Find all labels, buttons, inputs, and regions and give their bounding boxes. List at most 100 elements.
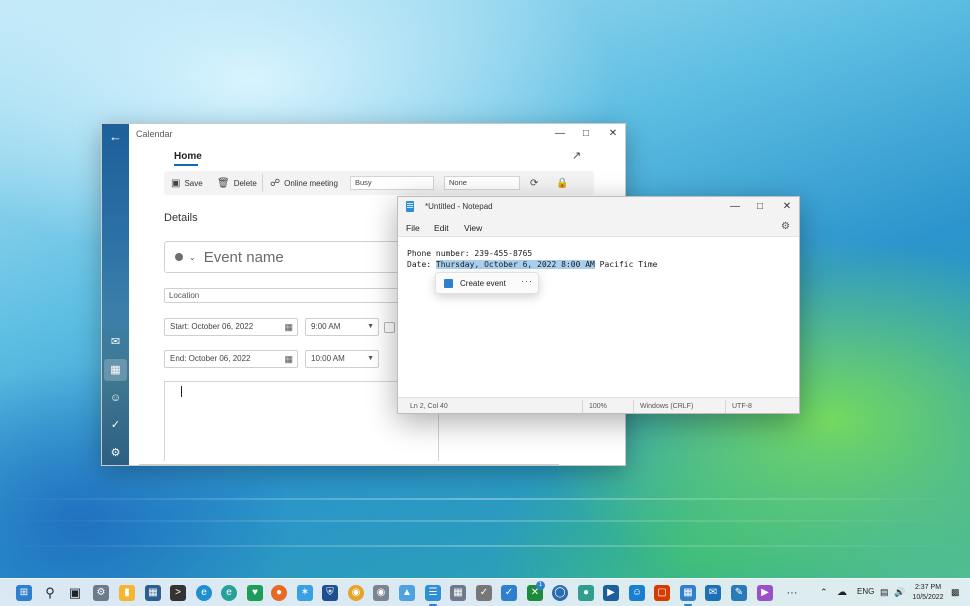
- people-app-icon[interactable]: ☺: [629, 585, 645, 601]
- mail-app-icon[interactable]: ✉: [705, 585, 721, 601]
- create-event-suggestion[interactable]: Create event ···: [435, 272, 539, 294]
- edge-dev-icon[interactable]: e: [221, 585, 237, 601]
- lock-icon: 🔒: [556, 177, 569, 189]
- cloud-icon[interactable]: ☁: [837, 587, 847, 598]
- maximize-button[interactable]: □: [576, 127, 596, 141]
- selected-date-text[interactable]: Thursday, October 6, 2022 8:00 AM: [435, 260, 595, 269]
- bottom-divider: [139, 464, 559, 465]
- volume-icon[interactable]: 🔊: [894, 587, 905, 598]
- search-icon[interactable]: ⚲: [42, 585, 58, 601]
- clipchamp-icon[interactable]: ▶: [757, 585, 773, 601]
- people-icon[interactable]: ☺: [104, 387, 127, 409]
- calculator-icon[interactable]: ▦: [450, 585, 466, 601]
- menu-view[interactable]: View: [464, 223, 482, 233]
- all-day-checkbox[interactable]: [384, 322, 395, 333]
- clock-icon[interactable]: ✓: [476, 585, 492, 601]
- end-time-select[interactable]: 10:00 AM ▼: [305, 350, 379, 368]
- store-icon[interactable]: ▦: [145, 585, 161, 601]
- taskbar: ⊞ ⚲ ▣ ⚙ ▮ ▦ > e e ♥ ● ✶ ⛨ ◉ ◉ ▲ ☰ ▦ ✓ ✓ …: [0, 578, 970, 606]
- settings-app-icon[interactable]: ⚙: [93, 585, 109, 601]
- close-button[interactable]: ✕: [603, 127, 623, 141]
- calendar-picker-icon[interactable]: ▦: [284, 351, 293, 367]
- more-options-icon[interactable]: ···: [521, 276, 533, 286]
- save-button[interactable]: ▣ Save: [171, 176, 203, 190]
- reminder-select[interactable]: None: [444, 176, 520, 190]
- trash-icon: 🗑: [217, 177, 230, 189]
- calendar-picker-icon[interactable]: ▦: [284, 319, 293, 335]
- status-divider: [725, 400, 726, 413]
- settings-icon[interactable]: ⚙: [104, 442, 127, 464]
- mail-icon[interactable]: ✉: [104, 331, 127, 353]
- online-meeting-button[interactable]: ☍ Online meeting: [270, 176, 338, 190]
- line-endings: Windows (CRLF): [640, 403, 694, 410]
- notepad-icon[interactable]: ☰: [425, 585, 441, 601]
- notepad-text-area[interactable]: Phone number: 239-455-8765 Date: Thursda…: [407, 248, 657, 270]
- delete-button[interactable]: 🗑 Delete: [217, 176, 257, 190]
- zoom-level: 100%: [589, 403, 607, 410]
- cursor-position: Ln 2, Col 40: [410, 403, 448, 410]
- photos-icon[interactable]: ▲: [399, 585, 415, 601]
- terminal-icon[interactable]: >: [170, 585, 186, 601]
- end-date-label: End: October 06, 2022: [170, 354, 251, 363]
- calendar-app-icon[interactable]: ▦: [680, 585, 696, 601]
- edge-icon[interactable]: e: [196, 585, 212, 601]
- movies-icon[interactable]: ▶: [603, 585, 619, 601]
- event-name-placeholder: Event name: [203, 248, 284, 266]
- start-date-field[interactable]: Start: October 06, 2022 ▦: [164, 318, 298, 336]
- tab-home[interactable]: Home: [174, 151, 202, 162]
- gear-icon[interactable]: ⚙: [781, 221, 790, 232]
- chrome-icon[interactable]: ◉: [348, 585, 364, 601]
- firefox-icon[interactable]: ●: [271, 585, 287, 601]
- details-heading: Details: [164, 212, 198, 224]
- start-icon[interactable]: ⊞: [16, 585, 32, 601]
- network-icon[interactable]: ▤: [880, 587, 889, 598]
- end-date-field[interactable]: End: October 06, 2022 ▦: [164, 350, 298, 368]
- menu-edit[interactable]: Edit: [434, 223, 449, 233]
- repeat-button[interactable]: ⟳: [530, 176, 538, 190]
- private-button[interactable]: 🔒: [556, 176, 568, 190]
- back-arrow-icon[interactable]: ←: [104, 126, 127, 148]
- security-icon[interactable]: ♥: [247, 585, 263, 601]
- system-clock[interactable]: 2:37 PM 10/5/2022: [906, 583, 950, 603]
- notepad-app-icon: [406, 201, 414, 212]
- menu-file[interactable]: File: [406, 223, 420, 233]
- task-view-icon[interactable]: ▣: [67, 585, 83, 601]
- location-field[interactable]: Location: [164, 288, 404, 303]
- minimize-button[interactable]: —: [725, 200, 745, 214]
- more-apps-icon[interactable]: ···: [784, 585, 800, 601]
- show-as-select[interactable]: Busy: [350, 176, 434, 190]
- notifications-icon[interactable]: ▩: [951, 587, 960, 598]
- calendar-icon[interactable]: ▦: [104, 359, 127, 381]
- popout-icon[interactable]: ↗: [572, 149, 586, 163]
- notepad-titlebar: *Untitled - Notepad — □ ✕: [398, 197, 799, 217]
- chevron-down-icon: ▼: [367, 355, 374, 362]
- minimize-button[interactable]: —: [550, 127, 570, 141]
- wallpaper-streak: [0, 545, 970, 547]
- chevron-down-icon[interactable]: ⌄: [189, 253, 196, 262]
- maps-icon[interactable]: ●: [578, 585, 594, 601]
- maximize-button[interactable]: □: [750, 200, 770, 214]
- calendar-color-dot[interactable]: [175, 253, 183, 261]
- chevron-up-icon[interactable]: ⌃: [820, 587, 828, 598]
- status-divider: [582, 400, 583, 413]
- start-time-value: 9:00 AM: [311, 322, 341, 331]
- event-name-field[interactable]: ⌄ Event name: [164, 241, 404, 273]
- office-icon[interactable]: ▢: [654, 585, 670, 601]
- chevron-down-icon: ▼: [367, 323, 374, 330]
- text-line-1: Phone number: 239-455-8765: [407, 249, 533, 258]
- toolbar-divider: [262, 174, 263, 192]
- close-button[interactable]: ✕: [777, 200, 797, 214]
- app-icon[interactable]: ✶: [297, 585, 313, 601]
- camera-icon[interactable]: ◉: [373, 585, 389, 601]
- app-icon[interactable]: ◯: [552, 585, 568, 601]
- defender-icon[interactable]: ⛨: [322, 585, 338, 601]
- start-time-select[interactable]: 9:00 AM ▼: [305, 318, 379, 336]
- create-event-label: Create event: [460, 279, 506, 288]
- save-label: Save: [184, 178, 203, 188]
- clock-time: 2:37 PM: [914, 584, 942, 591]
- app-icon[interactable]: ✎: [731, 585, 747, 601]
- todo-icon[interactable]: ✓: [104, 414, 127, 436]
- todo-icon[interactable]: ✓: [501, 585, 517, 601]
- language-indicator[interactable]: ENG: [857, 587, 874, 596]
- file-explorer-icon[interactable]: ▮: [119, 585, 135, 601]
